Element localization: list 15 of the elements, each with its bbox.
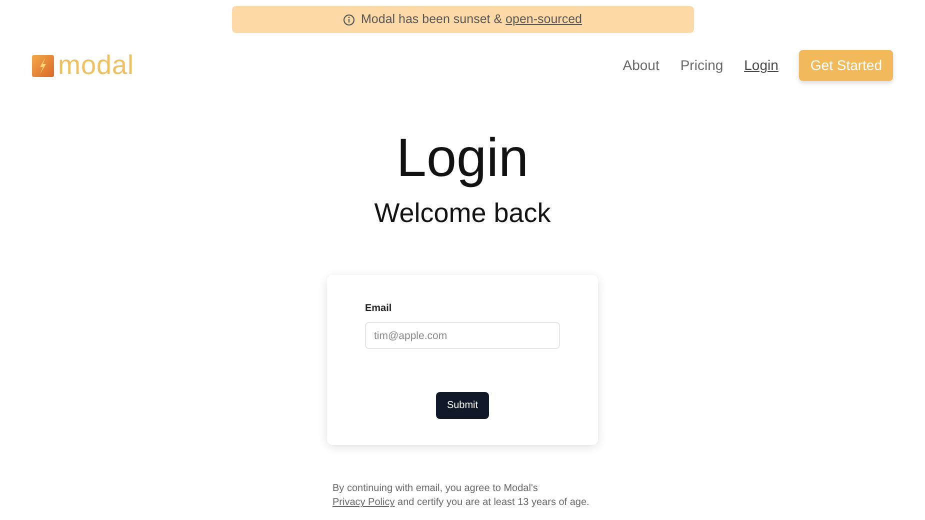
nav-link[interactable]: Login [744,55,778,76]
page-heading: Login [395,127,530,190]
submit-button[interactable]: Submit [436,392,490,420]
open-sourced-link[interactable]: open-sourced [506,12,582,26]
nav-link[interactable]: About [622,55,660,76]
lightning-logo-icon [32,54,54,76]
logo-text: modal [58,52,134,79]
info-icon [343,14,355,26]
page-subheading: Welcome back [373,196,552,230]
terms-text: By continuing with email, you agree to Modal's Privacy Policy and certify you are at least 13 years of age. [332,482,590,510]
privacy-policy-link[interactable]: Privacy Policy [332,497,395,508]
email-field[interactable]: tim@apple.com [365,322,560,350]
email-label: Email [365,302,393,316]
banner-text: Modal has been sunset & open-sourced [361,11,582,28]
nav-link[interactable]: Pricing [680,55,724,76]
